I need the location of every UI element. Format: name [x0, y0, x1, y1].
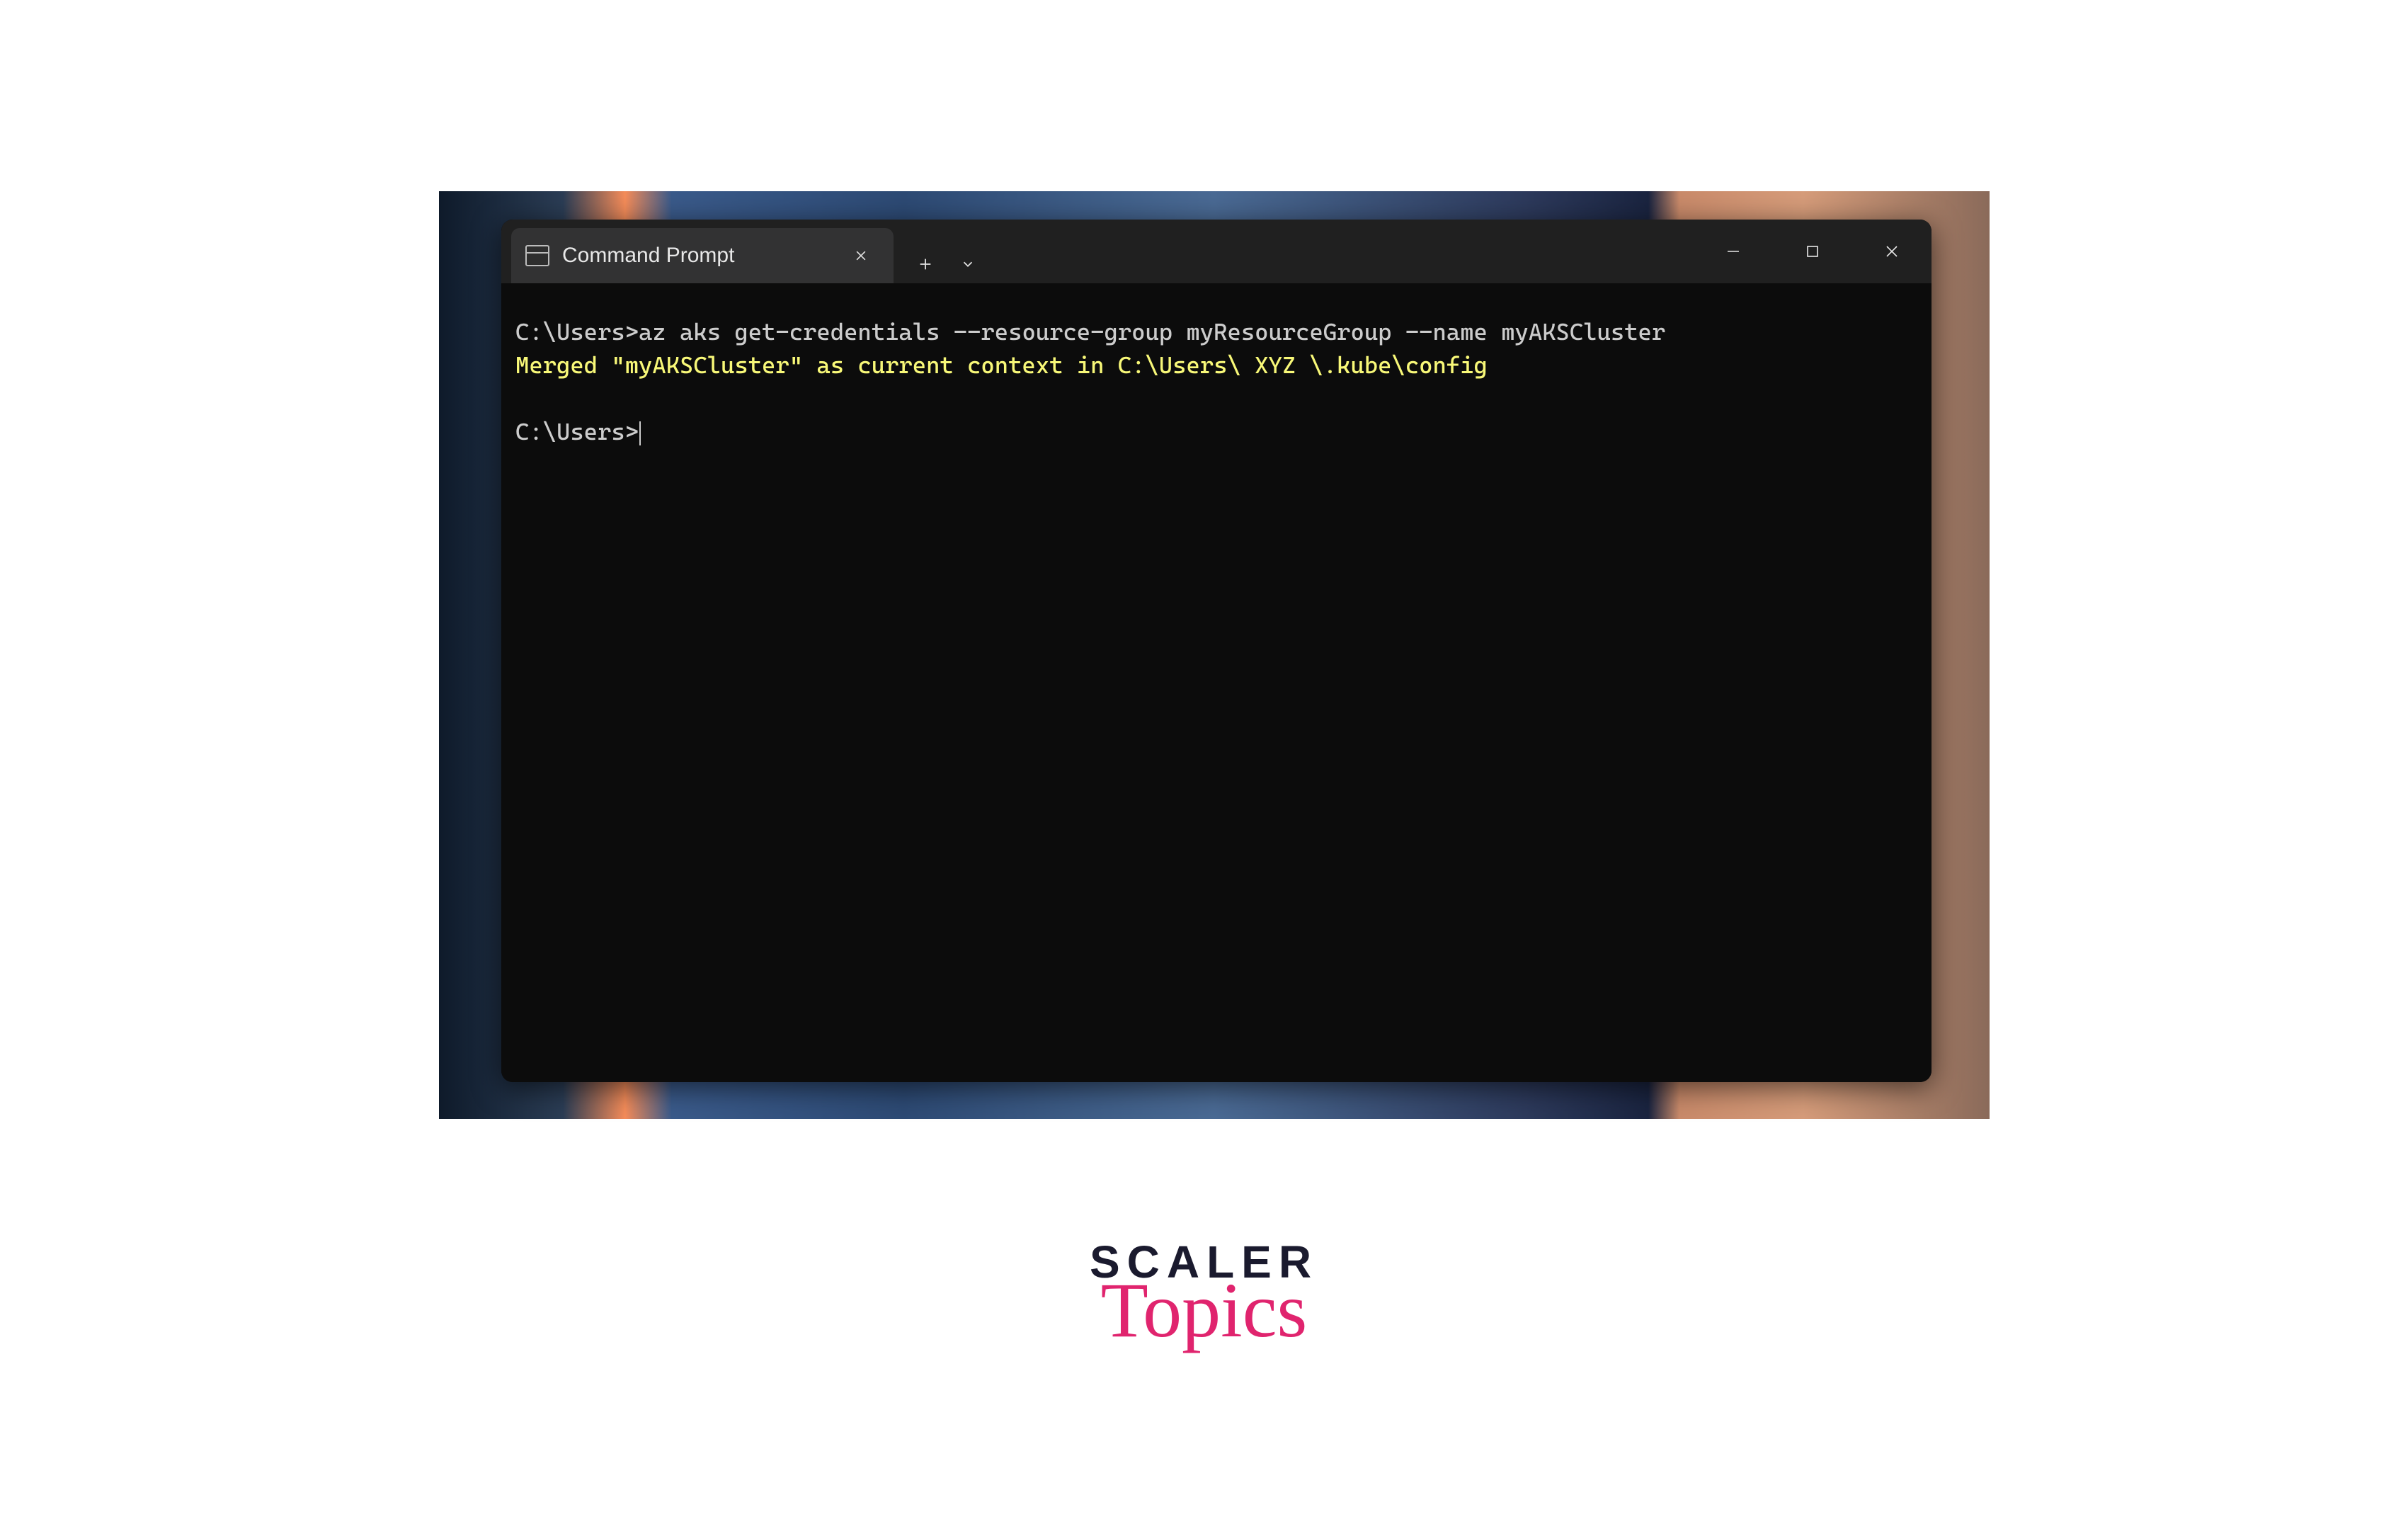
command-line-2: C:\Users> [515, 416, 1917, 449]
tab-actions [894, 245, 987, 283]
branding-watermark: SCALER Topics [1090, 1236, 1318, 1349]
cursor [639, 421, 641, 445]
blank-line [515, 382, 1917, 416]
terminal-window: Command Prompt [501, 220, 1931, 1082]
title-bar-drag-area[interactable] [987, 220, 1694, 283]
window-controls [1694, 220, 1931, 283]
command-1: az aks get-credentials --resource-group … [639, 318, 1665, 346]
maximize-button[interactable] [1773, 220, 1852, 283]
tab-title: Command Prompt [562, 244, 833, 268]
title-bar: Command Prompt [501, 220, 1931, 283]
prompt-2: C:\Users> [515, 418, 639, 445]
output-line-1: Merged "myAKSCluster" as current context… [515, 349, 1917, 382]
tab-command-prompt[interactable]: Command Prompt [511, 228, 894, 283]
terminal-output[interactable]: C:\Users>az aks get-credentials --resour… [501, 283, 1931, 1082]
new-tab-button[interactable] [906, 245, 945, 283]
tab-strip: Command Prompt [501, 220, 987, 283]
tab-dropdown-button[interactable] [949, 245, 987, 283]
brand-line-2: Topics [1090, 1271, 1318, 1349]
minimize-button[interactable] [1694, 220, 1773, 283]
tab-close-button[interactable] [845, 240, 877, 271]
close-window-button[interactable] [1852, 220, 1931, 283]
cmd-icon [525, 245, 549, 266]
command-line-1: C:\Users>az aks get-credentials --resour… [515, 316, 1917, 349]
prompt-1: C:\Users> [515, 318, 639, 346]
